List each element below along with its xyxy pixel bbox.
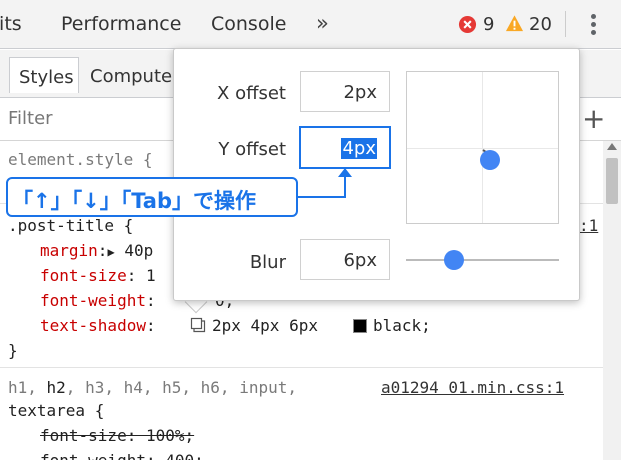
pad-handle[interactable]	[480, 150, 500, 170]
property-name: margin	[40, 241, 98, 260]
color-swatch[interactable]	[353, 319, 367, 333]
overridden-declaration[interactable]: font-weight: 400;	[40, 451, 204, 460]
text-shadow-color[interactable]: black;	[373, 316, 431, 335]
scrollbar-thumb[interactable]	[606, 158, 618, 204]
overridden-declaration[interactable]: font-size: 100%;	[40, 426, 194, 445]
warning-icon[interactable]	[505, 14, 524, 33]
double-chevron-right-icon[interactable]: »	[316, 11, 329, 35]
source-link[interactable]: a01294 01.min.css:1	[381, 378, 564, 397]
element-style-selector: element.style {	[8, 150, 153, 169]
tab-console[interactable]: Console	[211, 13, 286, 35]
y-offset-selected-text: 4px	[341, 138, 377, 159]
y-offset-label: Y offset	[218, 139, 286, 160]
expand-triangle-icon[interactable]: ▶	[107, 245, 114, 259]
shadow-editor-icon[interactable]	[190, 317, 207, 334]
text-shadow-value[interactable]: 2px 4px 6px	[212, 316, 318, 335]
callout-connector	[344, 175, 346, 198]
x-offset-input[interactable]: 2px	[300, 71, 390, 112]
error-count[interactable]: 9	[483, 14, 494, 35]
font-size-declaration[interactable]: font-size: 1	[40, 266, 156, 285]
callout-arrow-icon	[338, 168, 352, 177]
rule-divider	[0, 367, 603, 368]
error-icon[interactable]	[458, 15, 477, 34]
rule-close-brace: }	[8, 341, 18, 360]
filter-input[interactable]: Filter	[8, 108, 53, 129]
scroll-up-icon[interactable]	[607, 143, 617, 150]
property-value: 40p	[124, 241, 154, 260]
heading-selector[interactable]: h1, h2, h3, h4, h5, h6, input,	[8, 378, 297, 397]
post-title-selector[interactable]: .post-title {	[8, 216, 133, 235]
shadow-offset-pad[interactable]	[406, 71, 559, 224]
pad-axis-vertical	[482, 72, 483, 223]
tab-computed[interactable]: Compute	[90, 66, 172, 87]
margin-declaration[interactable]: margin:▶ 40p	[40, 241, 153, 260]
shadow-editor-popover: X offset 2px Y offset 4px Blur 6px	[173, 48, 580, 301]
warning-count[interactable]: 20	[529, 14, 552, 35]
blur-input[interactable]: 6px	[300, 239, 390, 280]
heading-selector-cont[interactable]: textarea {	[8, 401, 104, 420]
keyboard-hint-callout: 「↑」「↓」「Tab」で操作	[6, 177, 298, 217]
property-name: text-shadow	[40, 316, 146, 335]
blur-label: Blur	[249, 252, 286, 273]
property-name: font-size	[40, 266, 127, 285]
text-shadow-declaration[interactable]: text-shadow:	[40, 316, 165, 335]
tab-performance[interactable]: Performance	[61, 13, 181, 35]
font-weight-declaration[interactable]: font-weight:	[40, 291, 156, 310]
blur-slider-thumb[interactable]	[444, 250, 464, 270]
x-offset-label: X offset	[217, 83, 286, 104]
callout-connector	[298, 196, 345, 198]
main-tab-bar: dits Performance Console » 9 20	[0, 0, 621, 49]
tab-styles[interactable]: Styles	[9, 57, 79, 93]
new-style-rule-button[interactable]: +	[582, 102, 605, 135]
toolbar-divider	[565, 11, 566, 37]
blur-slider-track[interactable]	[406, 259, 559, 261]
tab-audits[interactable]: dits	[0, 13, 22, 35]
source-link[interactable]: :1	[579, 216, 598, 235]
property-name: font-weight	[40, 291, 146, 310]
y-offset-input[interactable]: 4px	[299, 126, 391, 169]
property-value: 1	[145, 266, 156, 285]
kebab-menu-icon[interactable]	[584, 12, 602, 38]
